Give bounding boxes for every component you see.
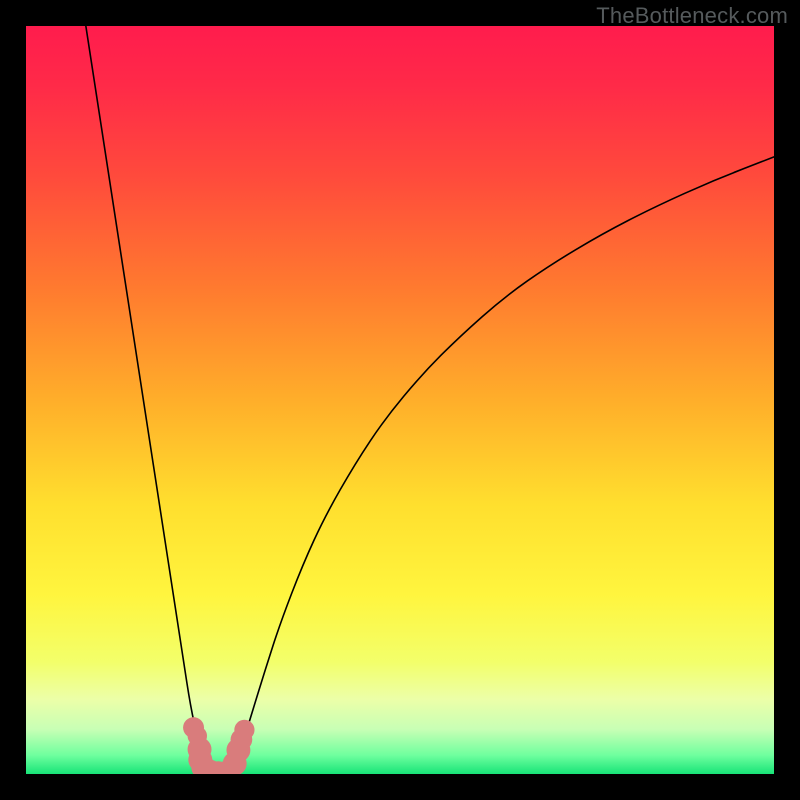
trough-marker <box>234 720 254 740</box>
chart-frame: TheBottleneck.com <box>0 0 800 800</box>
bottleneck-curve-chart <box>26 26 774 774</box>
plot-area <box>26 26 774 774</box>
attribution-text: TheBottleneck.com <box>596 3 788 29</box>
